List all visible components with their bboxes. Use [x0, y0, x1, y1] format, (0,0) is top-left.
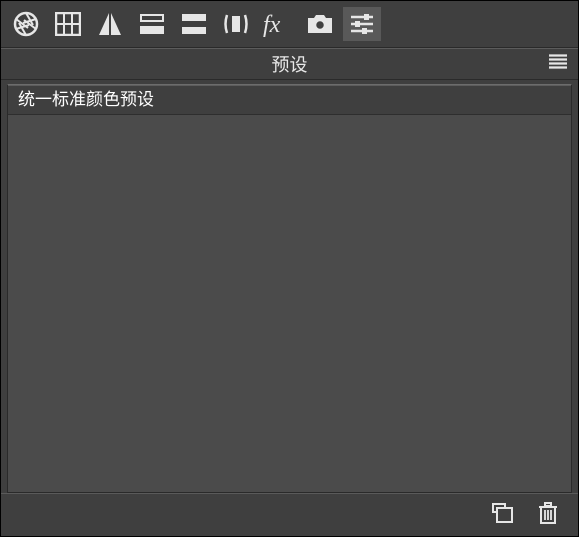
tab-rows[interactable]: [175, 7, 213, 41]
delete-preset-button[interactable]: [536, 503, 560, 527]
hamburger-icon: [548, 54, 568, 74]
panel-title: 预设: [272, 51, 308, 77]
panel-header: 预设: [1, 48, 578, 80]
new-preset-icon: [491, 503, 513, 528]
split-rows-icon: [181, 13, 207, 35]
histogram-icon: [55, 12, 81, 36]
presets-panel: fx: [0, 0, 579, 537]
levels-icon: [139, 13, 165, 35]
tab-levels[interactable]: [133, 7, 171, 41]
tab-camera[interactable]: [301, 7, 339, 41]
preset-list: 统一标准颜色预设: [7, 84, 572, 493]
svg-text:fx: fx: [263, 12, 281, 37]
tab-presets[interactable]: [343, 7, 381, 41]
trash-icon: [538, 502, 558, 529]
effects-icon: fx: [263, 11, 293, 37]
lens-correction-icon: [223, 12, 249, 36]
new-preset-button[interactable]: [490, 503, 514, 527]
tab-compare[interactable]: [217, 7, 255, 41]
tool-tab-bar: fx: [1, 1, 578, 48]
tab-mirror[interactable]: [91, 7, 129, 41]
tab-aperture[interactable]: [7, 7, 45, 41]
tab-grid[interactable]: [49, 7, 87, 41]
preset-item-label: 统一标准颜色预设: [18, 90, 154, 109]
tab-fx[interactable]: fx: [259, 7, 297, 41]
sharpen-icon: [97, 11, 123, 37]
presets-icon: [350, 13, 374, 35]
aperture-icon: [13, 11, 39, 37]
camera-icon: [306, 13, 334, 35]
panel-footer: [1, 493, 578, 536]
preset-list-item[interactable]: 统一标准颜色预设: [8, 85, 571, 115]
panel-menu-button[interactable]: [548, 54, 568, 75]
